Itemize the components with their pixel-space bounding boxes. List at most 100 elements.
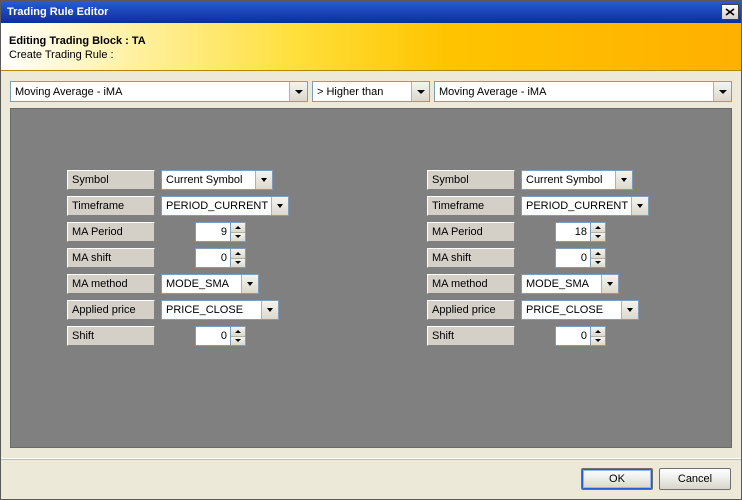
spinner-buttons[interactable] bbox=[231, 222, 246, 242]
spinner-buttons[interactable] bbox=[231, 326, 246, 346]
chevron-down-icon[interactable] bbox=[591, 259, 605, 268]
right-shift-value[interactable]: 0 bbox=[555, 326, 591, 346]
chevron-down-icon bbox=[601, 275, 618, 293]
applied-price-label: Applied price bbox=[427, 300, 515, 320]
editing-block-title: Editing Trading Block : TA bbox=[9, 35, 731, 47]
left-ma-shift-stepper[interactable]: 0 bbox=[195, 248, 246, 268]
chevron-down-icon bbox=[621, 301, 638, 319]
left-ma-shift-row: MA shift 0 bbox=[67, 247, 246, 269]
right-ma-method-value: MODE_SMA bbox=[522, 278, 593, 290]
ma-period-label: MA Period bbox=[67, 222, 155, 242]
chevron-down-icon bbox=[713, 82, 731, 101]
left-shift-stepper[interactable]: 0 bbox=[195, 326, 246, 346]
rule-expression-row: Moving Average - iMA > Higher than Movin… bbox=[10, 81, 732, 102]
left-symbol-row: Symbol Current Symbol bbox=[67, 169, 273, 191]
left-ma-method-select[interactable]: MODE_SMA bbox=[161, 274, 259, 294]
shift-label: Shift bbox=[427, 326, 515, 346]
right-ma-period-value[interactable]: 18 bbox=[555, 222, 591, 242]
left-symbol-value: Current Symbol bbox=[162, 174, 246, 186]
right-ma-method-row: MA method MODE_SMA bbox=[427, 273, 619, 295]
ma-method-label: MA method bbox=[67, 274, 155, 294]
right-ma-shift-value[interactable]: 0 bbox=[555, 248, 591, 268]
left-indicator-select[interactable]: Moving Average - iMA bbox=[10, 81, 308, 102]
chevron-up-icon[interactable] bbox=[231, 223, 245, 233]
left-applied-price-row: Applied price PRICE_CLOSE bbox=[67, 299, 279, 321]
chevron-up-icon[interactable] bbox=[591, 249, 605, 259]
left-applied-price-value: PRICE_CLOSE bbox=[162, 304, 247, 316]
chevron-up-icon[interactable] bbox=[591, 327, 605, 337]
timeframe-label: Timeframe bbox=[67, 196, 155, 216]
right-shift-stepper[interactable]: 0 bbox=[555, 326, 606, 346]
timeframe-label: Timeframe bbox=[427, 196, 515, 216]
trading-rule-editor-window: Trading Rule Editor Editing Trading Bloc… bbox=[0, 0, 742, 500]
left-parameters: Symbol Current Symbol Timeframe PERIOD_C… bbox=[11, 169, 371, 447]
chevron-down-icon bbox=[615, 171, 632, 189]
right-ma-period-row: MA Period 18 bbox=[427, 221, 606, 243]
chevron-down-icon bbox=[271, 197, 288, 215]
left-ma-period-stepper[interactable]: 9 bbox=[195, 222, 246, 242]
right-timeframe-value: PERIOD_CURRENT bbox=[522, 200, 631, 212]
cancel-button[interactable]: Cancel bbox=[659, 468, 731, 490]
right-ma-period-stepper[interactable]: 18 bbox=[555, 222, 606, 242]
right-applied-price-row: Applied price PRICE_CLOSE bbox=[427, 299, 639, 321]
chevron-up-icon[interactable] bbox=[231, 249, 245, 259]
left-timeframe-select[interactable]: PERIOD_CURRENT bbox=[161, 196, 289, 216]
right-timeframe-select[interactable]: PERIOD_CURRENT bbox=[521, 196, 649, 216]
spinner-buttons[interactable] bbox=[231, 248, 246, 268]
window-title: Trading Rule Editor bbox=[7, 6, 108, 18]
chevron-up-icon[interactable] bbox=[231, 327, 245, 337]
chevron-up-icon[interactable] bbox=[591, 223, 605, 233]
spinner-buttons[interactable] bbox=[591, 248, 606, 268]
ok-button[interactable]: OK bbox=[581, 468, 653, 490]
chevron-down-icon bbox=[411, 82, 429, 101]
create-rule-label: Create Trading Rule : bbox=[9, 49, 731, 61]
left-timeframe-row: Timeframe PERIOD_CURRENT bbox=[67, 195, 289, 217]
chevron-down-icon[interactable] bbox=[231, 337, 245, 346]
right-symbol-select[interactable]: Current Symbol bbox=[521, 170, 633, 190]
ma-method-label: MA method bbox=[427, 274, 515, 294]
chevron-down-icon bbox=[261, 301, 278, 319]
chevron-down-icon bbox=[255, 171, 272, 189]
left-ma-method-row: MA method MODE_SMA bbox=[67, 273, 259, 295]
chevron-down-icon[interactable] bbox=[231, 233, 245, 242]
right-indicator-select[interactable]: Moving Average - iMA bbox=[434, 81, 732, 102]
right-symbol-value: Current Symbol bbox=[522, 174, 606, 186]
right-symbol-row: Symbol Current Symbol bbox=[427, 169, 633, 191]
close-button[interactable] bbox=[721, 4, 739, 20]
symbol-label: Symbol bbox=[67, 170, 155, 190]
ma-period-label: MA Period bbox=[427, 222, 515, 242]
chevron-down-icon[interactable] bbox=[231, 259, 245, 268]
right-ma-method-select[interactable]: MODE_SMA bbox=[521, 274, 619, 294]
left-shift-row: Shift 0 bbox=[67, 325, 246, 347]
parameters-panel: Symbol Current Symbol Timeframe PERIOD_C… bbox=[10, 108, 732, 448]
left-ma-shift-value[interactable]: 0 bbox=[195, 248, 231, 268]
ma-shift-label: MA shift bbox=[427, 248, 515, 268]
chevron-down-icon bbox=[241, 275, 258, 293]
right-ma-shift-row: MA shift 0 bbox=[427, 247, 606, 269]
left-ma-period-value[interactable]: 9 bbox=[195, 222, 231, 242]
left-symbol-select[interactable]: Current Symbol bbox=[161, 170, 273, 190]
right-timeframe-row: Timeframe PERIOD_CURRENT bbox=[427, 195, 649, 217]
left-applied-price-select[interactable]: PRICE_CLOSE bbox=[161, 300, 279, 320]
left-shift-value[interactable]: 0 bbox=[195, 326, 231, 346]
close-icon bbox=[725, 8, 735, 16]
right-parameters: Symbol Current Symbol Timeframe PERIOD_C… bbox=[371, 169, 731, 447]
spinner-buttons[interactable] bbox=[591, 222, 606, 242]
chevron-down-icon[interactable] bbox=[591, 337, 605, 346]
left-indicator-value: Moving Average - iMA bbox=[11, 86, 126, 98]
comparator-select[interactable]: > Higher than bbox=[312, 81, 430, 102]
spinner-buttons[interactable] bbox=[591, 326, 606, 346]
shift-label: Shift bbox=[67, 326, 155, 346]
left-timeframe-value: PERIOD_CURRENT bbox=[162, 200, 271, 212]
header-band: Editing Trading Block : TA Create Tradin… bbox=[1, 23, 741, 71]
applied-price-label: Applied price bbox=[67, 300, 155, 320]
chevron-down-icon[interactable] bbox=[591, 233, 605, 242]
left-ma-method-value: MODE_SMA bbox=[162, 278, 233, 290]
left-ma-period-row: MA Period 9 bbox=[67, 221, 246, 243]
right-applied-price-value: PRICE_CLOSE bbox=[522, 304, 607, 316]
comparator-value: > Higher than bbox=[313, 86, 387, 98]
right-shift-row: Shift 0 bbox=[427, 325, 606, 347]
ma-shift-label: MA shift bbox=[67, 248, 155, 268]
right-ma-shift-stepper[interactable]: 0 bbox=[555, 248, 606, 268]
right-applied-price-select[interactable]: PRICE_CLOSE bbox=[521, 300, 639, 320]
